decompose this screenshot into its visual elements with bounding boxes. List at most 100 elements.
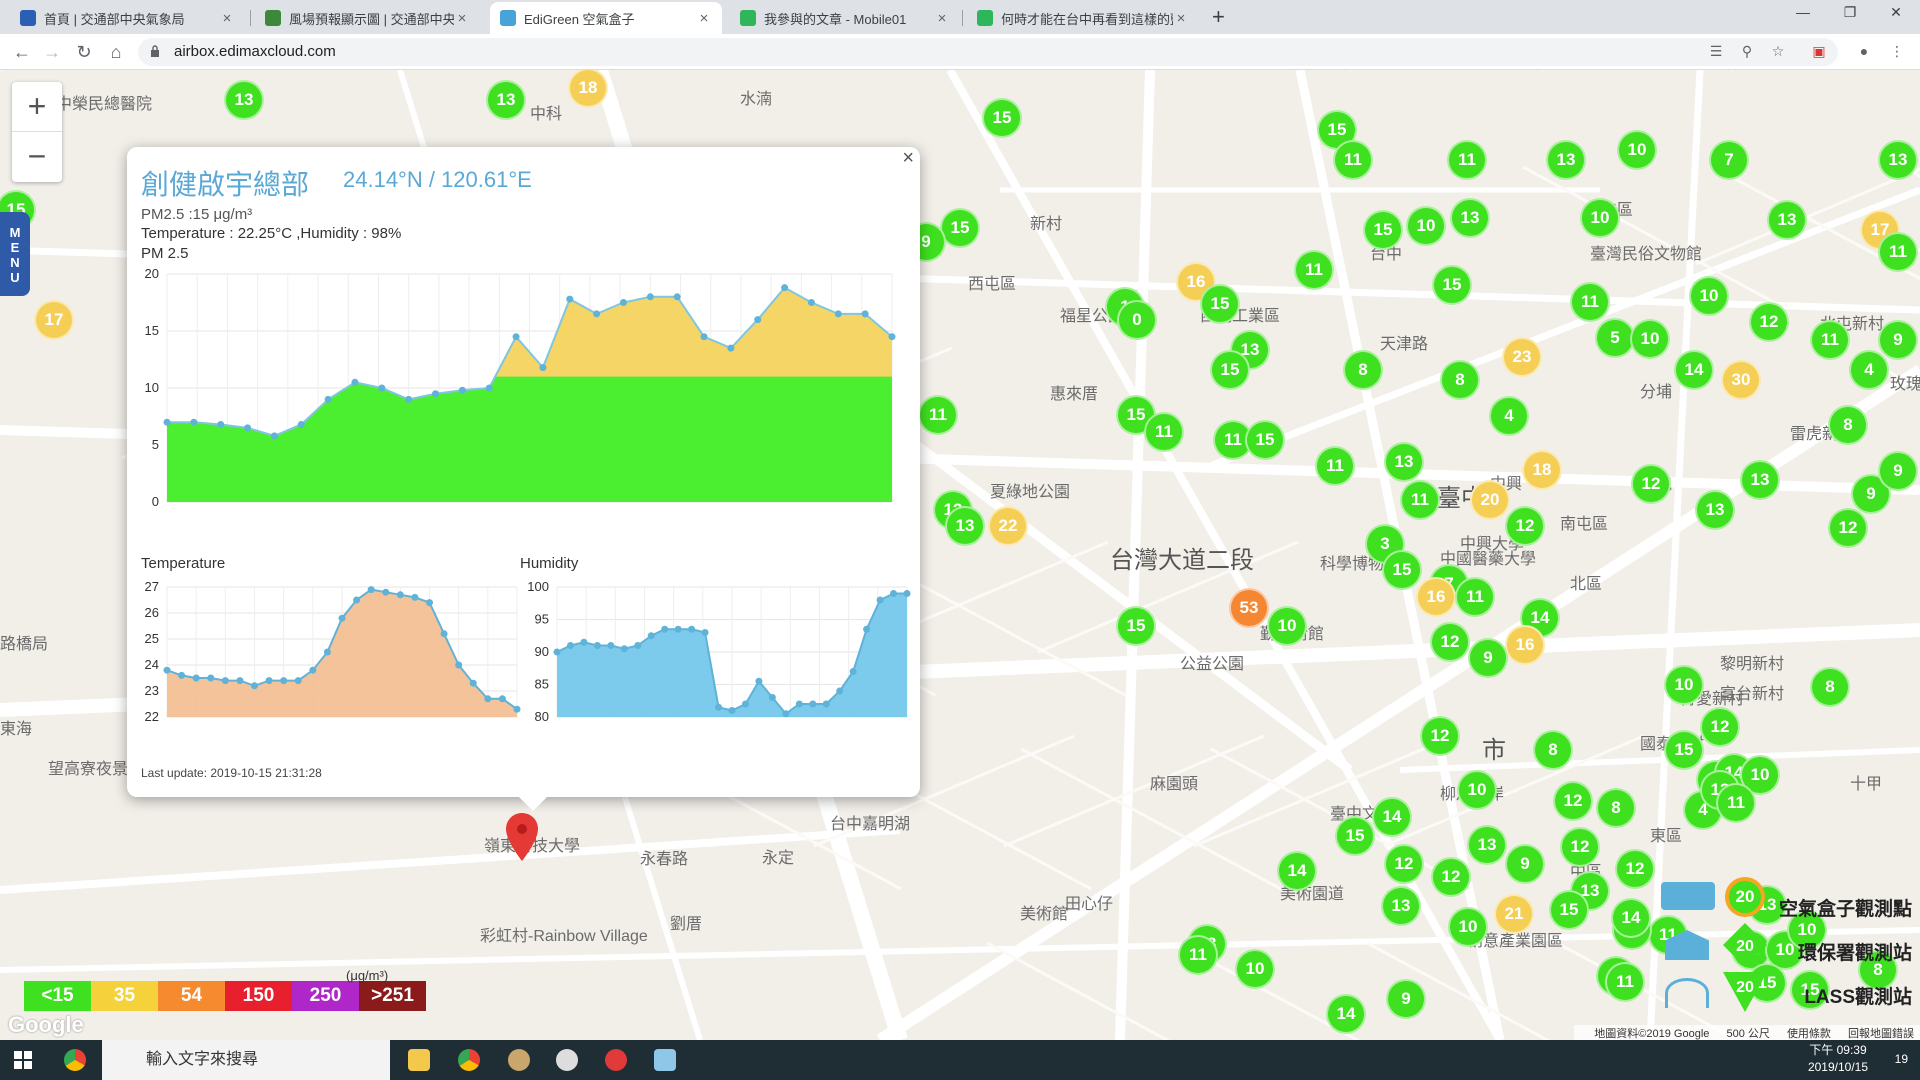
new-tab-button[interactable]: + bbox=[1212, 4, 1225, 30]
forward-icon[interactable]: → bbox=[40, 41, 64, 63]
extension-icon[interactable]: ▣ bbox=[1810, 43, 1828, 60]
station-marker[interactable]: 8 bbox=[1533, 730, 1573, 770]
station-marker[interactable]: 5 bbox=[1595, 318, 1635, 358]
station-marker[interactable]: 11 bbox=[918, 395, 958, 435]
station-marker[interactable]: 21 bbox=[1494, 894, 1534, 934]
station-marker[interactable]: 9 bbox=[1878, 320, 1918, 360]
station-marker[interactable]: 9 bbox=[1505, 844, 1545, 884]
station-marker[interactable]: 11 bbox=[1294, 250, 1334, 290]
app2-taskbar-icon[interactable] bbox=[556, 1049, 578, 1071]
station-marker[interactable]: 12 bbox=[1384, 844, 1424, 884]
terms-link[interactable]: 使用條款 bbox=[1787, 1028, 1831, 1040]
station-marker[interactable]: 0 bbox=[1117, 300, 1157, 340]
station-marker[interactable]: 11 bbox=[1605, 962, 1645, 1002]
report-error-link[interactable]: 回報地圖錯誤 bbox=[1848, 1028, 1914, 1040]
station-marker[interactable]: 20 bbox=[1470, 480, 1510, 520]
minimize-button[interactable]: — bbox=[1783, 4, 1823, 20]
station-marker[interactable]: 12 bbox=[1615, 849, 1655, 889]
popup-close-button[interactable]: × bbox=[902, 147, 914, 170]
station-marker[interactable]: 18 bbox=[1522, 450, 1562, 490]
station-marker[interactable]: 11 bbox=[1315, 446, 1355, 486]
taskbar-search-box[interactable]: 輸入文字來搜尋 bbox=[102, 1040, 390, 1080]
browser-tab[interactable]: 首頁 | 交通部中央氣象局 × bbox=[10, 2, 245, 34]
station-marker[interactable]: 11 bbox=[1878, 232, 1918, 272]
location-pin-icon[interactable] bbox=[506, 813, 538, 861]
station-marker[interactable]: 15 bbox=[1116, 606, 1156, 646]
station-marker[interactable]: 15 bbox=[1210, 350, 1250, 390]
station-marker[interactable]: 11 bbox=[1144, 412, 1184, 452]
station-marker[interactable]: 15 bbox=[1200, 284, 1240, 324]
station-marker[interactable]: 13 bbox=[1450, 198, 1490, 238]
station-marker[interactable]: 13 bbox=[1767, 200, 1807, 240]
back-icon[interactable]: ← bbox=[10, 41, 34, 63]
station-marker[interactable]: 12 bbox=[1505, 506, 1545, 546]
station-marker[interactable]: 13 bbox=[1384, 442, 1424, 482]
close-window-button[interactable]: ✕ bbox=[1876, 4, 1916, 21]
station-marker[interactable]: 30 bbox=[1721, 360, 1761, 400]
station-marker[interactable]: 17 bbox=[34, 300, 74, 340]
reload-icon[interactable]: ↻ bbox=[72, 41, 96, 63]
station-marker[interactable]: 12 bbox=[1700, 707, 1740, 747]
station-marker[interactable]: 13 bbox=[224, 80, 264, 120]
browser-menu-icon[interactable]: ⋮ bbox=[1888, 43, 1906, 60]
station-marker[interactable]: 13 bbox=[1546, 140, 1586, 180]
browser-tab[interactable]: 我參與的文章 - Mobile01 × bbox=[730, 2, 960, 34]
station-marker[interactable]: 22 bbox=[988, 506, 1028, 546]
station-marker[interactable]: 8 bbox=[1810, 667, 1850, 707]
station-marker[interactable]: 15 bbox=[1335, 816, 1375, 856]
station-marker[interactable]: 8 bbox=[1343, 350, 1383, 390]
station-marker[interactable]: 12 bbox=[1560, 827, 1600, 867]
station-marker[interactable]: 10 bbox=[1580, 198, 1620, 238]
station-marker[interactable]: 16 bbox=[1505, 625, 1545, 665]
station-marker[interactable]: 11 bbox=[1810, 320, 1850, 360]
zoom-in-button[interactable]: + bbox=[12, 82, 62, 132]
station-marker[interactable]: 11 bbox=[1400, 480, 1440, 520]
station-marker[interactable]: 13 bbox=[1695, 490, 1735, 530]
station-marker[interactable]: 10 bbox=[1448, 907, 1488, 947]
tab-close-icon[interactable]: × bbox=[454, 10, 470, 27]
station-marker[interactable]: 12 bbox=[1553, 781, 1593, 821]
tab-close-icon[interactable]: × bbox=[219, 10, 235, 27]
station-marker[interactable]: 15 bbox=[1245, 420, 1285, 460]
station-marker[interactable]: 15 bbox=[982, 98, 1022, 138]
windows-start-icon[interactable] bbox=[14, 1051, 32, 1069]
station-marker[interactable]: 4 bbox=[1489, 396, 1529, 436]
app-taskbar-icon[interactable] bbox=[508, 1049, 530, 1071]
station-marker[interactable]: 9 bbox=[1386, 979, 1426, 1019]
station-marker[interactable]: 12 bbox=[1749, 302, 1789, 342]
station-marker[interactable]: 11 bbox=[1178, 935, 1218, 975]
station-marker[interactable]: 12 bbox=[1828, 508, 1868, 548]
station-marker[interactable]: 13 bbox=[486, 80, 526, 120]
station-marker[interactable]: 11 bbox=[1716, 783, 1756, 823]
station-marker[interactable]: 9 bbox=[1878, 451, 1918, 491]
station-marker[interactable]: 14 bbox=[1326, 994, 1366, 1034]
zoom-out-button[interactable]: − bbox=[12, 132, 62, 182]
tab-close-icon[interactable]: × bbox=[934, 10, 950, 27]
menu-tab[interactable]: MENU bbox=[0, 212, 30, 296]
home-icon[interactable]: ⌂ bbox=[104, 41, 128, 63]
station-marker[interactable]: 13 bbox=[1740, 460, 1780, 500]
station-marker[interactable]: 15 bbox=[1432, 265, 1472, 305]
tab-close-icon[interactable]: × bbox=[1173, 10, 1189, 27]
profile-icon[interactable]: ● bbox=[1855, 43, 1873, 59]
station-marker[interactable]: 12 bbox=[1430, 622, 1470, 662]
station-marker[interactable]: 13 bbox=[1878, 140, 1918, 180]
bookmark-star-icon[interactable]: ☆ bbox=[1769, 43, 1787, 60]
station-marker[interactable]: 10 bbox=[1664, 665, 1704, 705]
station-marker[interactable]: 15 bbox=[940, 208, 980, 248]
station-marker[interactable]: 12 bbox=[1420, 716, 1460, 756]
station-marker[interactable]: 15 bbox=[1664, 730, 1704, 770]
station-marker[interactable]: 12 bbox=[1431, 857, 1471, 897]
station-marker[interactable]: 7 bbox=[1709, 140, 1749, 180]
station-marker[interactable]: 10 bbox=[1235, 949, 1275, 989]
station-marker[interactable]: 8 bbox=[1440, 360, 1480, 400]
station-marker[interactable]: 15 bbox=[1549, 890, 1589, 930]
station-marker[interactable]: 4 bbox=[1849, 350, 1889, 390]
station-marker[interactable]: 12 bbox=[1631, 464, 1671, 504]
station-marker[interactable]: 53 bbox=[1229, 588, 1269, 628]
chrome-taskbar-icon[interactable] bbox=[458, 1049, 480, 1071]
browser-tab[interactable]: 何時才能在台中再看到這樣的藍天× bbox=[967, 2, 1199, 34]
station-marker[interactable]: 9 bbox=[1468, 638, 1508, 678]
station-marker[interactable]: 10 bbox=[1617, 130, 1657, 170]
station-marker[interactable]: 10 bbox=[1457, 770, 1497, 810]
